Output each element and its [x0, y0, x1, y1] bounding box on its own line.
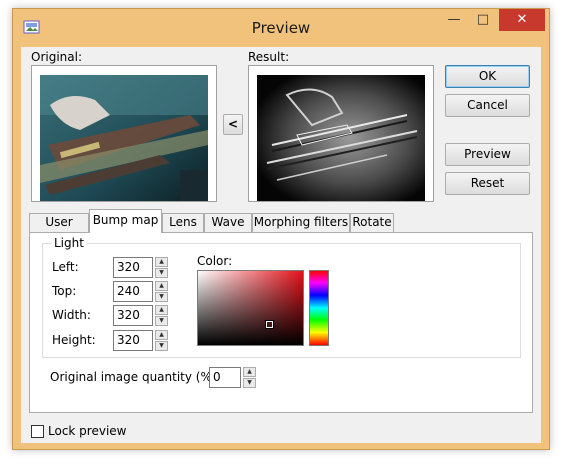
light-group: Light Left: 320 ▲ ▼ Top: 240 ▲ ▼ Width: … [42, 236, 521, 358]
height-input[interactable]: 320 [113, 330, 153, 351]
color-label: Color: [197, 254, 233, 268]
width-label: Width: [52, 308, 91, 322]
preview-dialog: Preview — □ ✕ Original: < Result: OK Can… [12, 8, 550, 450]
hue-slider[interactable] [309, 270, 329, 346]
spin-down-icon[interactable]: ▼ [155, 316, 168, 326]
tab-lens[interactable]: Lens [162, 213, 204, 232]
minimize-icon[interactable]: — [440, 9, 468, 31]
spin-up-icon[interactable]: ▲ [155, 330, 168, 340]
spin-up-icon[interactable]: ▲ [155, 281, 168, 291]
maximize-icon[interactable]: □ [469, 9, 497, 31]
result-image-frame [248, 65, 434, 202]
top-stepper: ▲ ▼ [155, 281, 168, 302]
copy-result-button[interactable]: < [223, 114, 243, 135]
color-saturation-picker[interactable] [197, 270, 304, 346]
spin-up-icon[interactable]: ▲ [155, 305, 168, 315]
left-label: Left: [52, 260, 79, 274]
spin-up-icon[interactable]: ▲ [155, 257, 168, 267]
dialog-body: Original: < Result: OK Cancel Preview Re… [21, 47, 541, 443]
width-input[interactable]: 320 [113, 305, 153, 326]
spin-down-icon[interactable]: ▼ [243, 378, 256, 388]
tab-morphing-filters[interactable]: Morphing filters [252, 213, 350, 232]
close-icon[interactable]: ✕ [499, 9, 545, 31]
result-label: Result: [248, 50, 290, 64]
top-label: Top: [52, 284, 77, 298]
color-marker[interactable] [265, 320, 274, 329]
spin-down-icon[interactable]: ▼ [155, 341, 168, 351]
ok-button[interactable]: OK [445, 65, 530, 88]
spin-up-icon[interactable]: ▲ [243, 367, 256, 377]
original-image-frame [31, 65, 217, 202]
reset-button[interactable]: Reset [445, 172, 530, 195]
spin-down-icon[interactable]: ▼ [155, 268, 168, 278]
original-image [40, 75, 208, 201]
top-input[interactable]: 240 [113, 281, 153, 302]
original-label: Original: [31, 50, 82, 64]
spin-down-icon[interactable]: ▼ [155, 292, 168, 302]
original-quantity-label: Original image quantity (%): [50, 370, 221, 384]
left-stepper: ▲ ▼ [155, 257, 168, 278]
lock-preview-label: Lock preview [48, 424, 127, 438]
original-quantity-stepper: ▲ ▼ [243, 367, 256, 388]
width-stepper: ▲ ▼ [155, 305, 168, 326]
result-image [257, 75, 425, 201]
title-bar[interactable]: Preview — □ ✕ [13, 9, 549, 47]
left-input[interactable]: 320 [113, 257, 153, 278]
preview-button[interactable]: Preview [445, 143, 530, 166]
lock-preview-checkbox[interactable] [31, 425, 44, 438]
tab-wave[interactable]: Wave [204, 213, 252, 232]
height-stepper: ▲ ▼ [155, 330, 168, 351]
cancel-button[interactable]: Cancel [445, 94, 530, 117]
height-label: Height: [52, 333, 96, 347]
bump-map-panel: Light Left: 320 ▲ ▼ Top: 240 ▲ ▼ Width: … [29, 232, 533, 413]
light-group-title: Light [51, 236, 87, 250]
original-quantity-input[interactable]: 0 [209, 367, 241, 388]
tab-user-filter[interactable]: User filter [29, 213, 89, 246]
tab-rotate[interactable]: Rotate [350, 213, 394, 232]
tab-bump-map[interactable]: Bump map [89, 209, 162, 233]
